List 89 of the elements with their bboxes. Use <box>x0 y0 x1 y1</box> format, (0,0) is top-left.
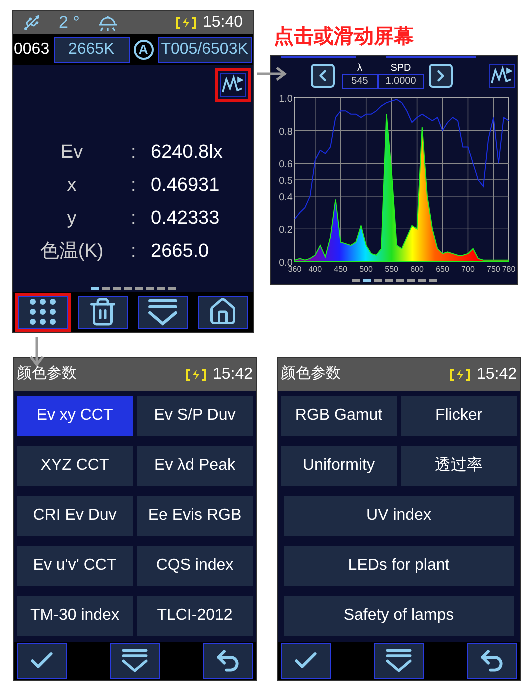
menu-item[interactable]: Flicker <box>401 396 517 436</box>
menu-item[interactable]: Uniformity <box>281 446 397 486</box>
angle-text: 2 ° <box>59 12 80 34</box>
back-button[interactable] <box>203 643 253 679</box>
annotation-text: 点击或滑动屏幕 <box>274 25 415 46</box>
back-icon <box>214 647 242 675</box>
reading-label: Ev <box>60 141 84 166</box>
menu-item[interactable]: 透过率 <box>401 446 517 486</box>
menu-item[interactable]: TLCI-2012 <box>137 596 253 636</box>
reading-value: 6240.8lx <box>151 141 223 166</box>
menu-item[interactable]: RGB Gamut <box>281 396 397 436</box>
menu-item[interactable]: Ev xy CCT <box>17 396 133 436</box>
back-button[interactable] <box>467 643 517 679</box>
menu-item[interactable]: Safety of lamps <box>284 596 514 636</box>
reading-separator: : <box>131 207 138 232</box>
menu-item[interactable]: CQS index <box>137 546 253 586</box>
next-button[interactable] <box>429 64 453 88</box>
header-label: SPD <box>390 63 412 74</box>
back-icon <box>478 647 506 675</box>
x-tick-label: 550 <box>385 265 398 274</box>
reading-value: 0.46931 <box>151 174 220 198</box>
x-tick-label: 650 <box>436 265 450 274</box>
chevron-down-icon <box>384 648 414 674</box>
x-tick-label: 450 <box>334 265 348 274</box>
menu-item[interactable]: TM-30 index <box>17 596 133 636</box>
clock-text: 15:42 <box>476 364 517 384</box>
x-tick-label: 750 <box>487 265 500 274</box>
y-tick-label: 0.5 <box>279 176 293 187</box>
screen-title: 颜色参数 <box>17 364 77 384</box>
reading-label: y <box>66 207 78 232</box>
toolbar-button[interactable] <box>78 296 128 328</box>
reading-label: 色温(K) <box>39 240 105 264</box>
usb-icon <box>23 14 41 32</box>
reading-separator: : <box>131 240 138 264</box>
confirm-button[interactable] <box>281 643 331 679</box>
chevron-down-icon <box>120 648 150 674</box>
y-tick-label: 0.6 <box>279 160 293 171</box>
toolbar-button[interactable] <box>138 296 188 328</box>
spectrum-icon[interactable] <box>489 64 515 88</box>
clock-text: 15:42 <box>212 364 253 384</box>
x-tick-label: 360 <box>288 265 302 274</box>
header-value: 1.0000 <box>378 74 424 89</box>
x-tick-label: 600 <box>410 265 424 274</box>
menu-item[interactable]: Ee Evis RGB <box>137 496 253 536</box>
y-tick-label: 0.4 <box>279 192 293 204</box>
target-field: T005/6503K <box>158 36 252 62</box>
header-value: 545 <box>342 74 378 89</box>
reading-value: 2665.0 <box>151 240 210 264</box>
chevron-down-icon <box>146 298 180 326</box>
menu-item[interactable]: XYZ CCT <box>17 446 133 486</box>
count-text: 0063 <box>14 40 50 60</box>
mode-badge: A <box>134 40 154 60</box>
y-tick-label: 0.8 <box>279 126 293 138</box>
reading-label: x <box>66 174 78 198</box>
screen-title: 颜色参数 <box>281 364 341 384</box>
more-button[interactable] <box>110 643 160 679</box>
menu-item[interactable]: CRI Ev Duv <box>17 496 133 536</box>
toolbar-button[interactable] <box>198 296 248 328</box>
menu-item[interactable]: LEDs for plant <box>284 546 514 586</box>
menu-item[interactable]: Ev S/P Duv <box>137 396 253 436</box>
reading-separator: : <box>131 174 138 198</box>
x-tick-label: 500 <box>360 265 374 274</box>
lamp-icon <box>98 14 118 32</box>
header-label: λ <box>358 63 362 74</box>
battery-icon <box>448 368 471 380</box>
y-tick-label: 0.2 <box>279 225 293 236</box>
more-button[interactable] <box>374 643 424 679</box>
battery-icon <box>184 368 207 380</box>
arrow-icon <box>257 67 287 81</box>
battery-icon <box>174 16 197 28</box>
x-tick-label: 400 <box>308 265 322 274</box>
confirm-button[interactable] <box>17 643 67 679</box>
cct-field: 2665K <box>54 36 130 62</box>
y-tick-label: 1.0 <box>279 94 293 105</box>
spectrum-icon[interactable] <box>220 73 246 97</box>
arrow-icon <box>30 337 44 367</box>
menu-item[interactable]: UV index <box>284 496 514 536</box>
menu-item[interactable]: Ev λd Peak <box>137 446 253 486</box>
reading-value: 0.42333 <box>151 207 220 232</box>
trash-icon <box>88 297 118 327</box>
x-tick-label: 780 <box>502 265 516 274</box>
x-tick-label: 700 <box>462 265 475 274</box>
clock-text: 15:40 <box>202 12 243 32</box>
home-icon <box>208 297 238 327</box>
toolbar-button[interactable] <box>18 296 68 328</box>
previous-button[interactable] <box>311 64 335 88</box>
reading-separator: : <box>131 141 138 166</box>
menu-item[interactable]: Ev u'v' CCT <box>17 546 133 586</box>
grid-icon <box>29 298 57 326</box>
